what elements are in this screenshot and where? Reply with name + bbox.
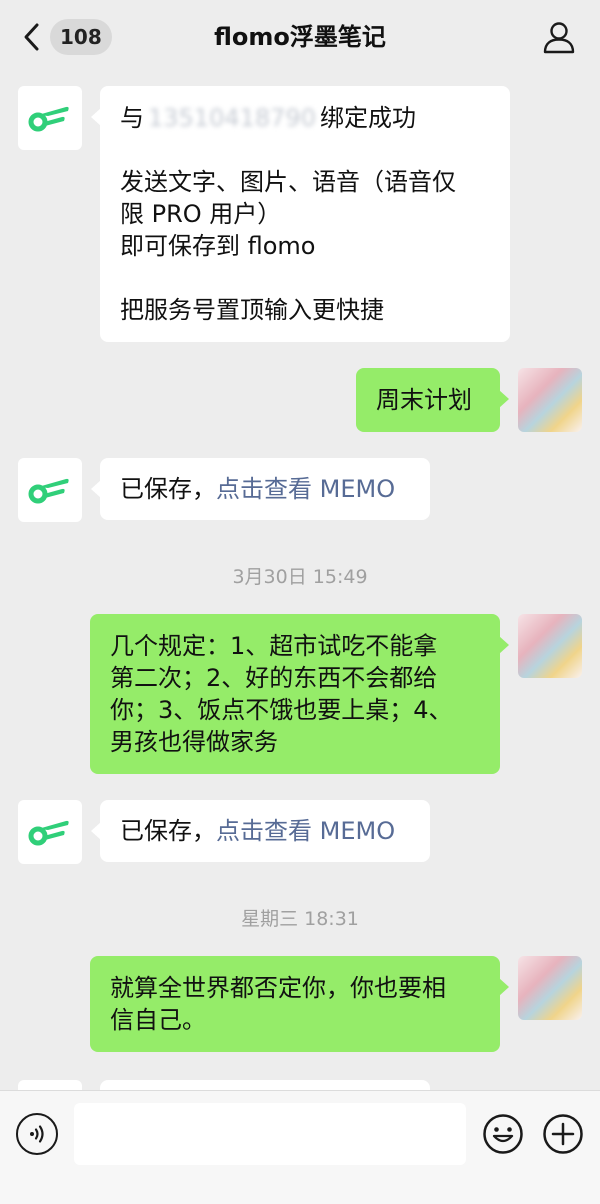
view-memo-link[interactable]: 点击查看 MEMO (216, 817, 395, 845)
more-button[interactable] (542, 1113, 584, 1155)
message-line: 把服务号置顶输入更快捷 (120, 296, 384, 324)
message-line: 你；3、饭点不饿也要上桌；4、 (110, 696, 453, 724)
flomo-logo-icon[interactable] (18, 800, 82, 864)
view-memo-link[interactable]: 点击查看 MEMO (216, 475, 395, 503)
timestamp: 3月30日 15:49 (232, 566, 368, 588)
plus-circle-icon (543, 1114, 583, 1154)
voice-icon (30, 1125, 44, 1143)
message-text: 已保存， (120, 475, 216, 503)
message-text: 已保存， (120, 817, 216, 845)
partial-avatar (18, 1080, 82, 1090)
back-button[interactable]: 108 (18, 18, 114, 56)
message-line: 发送文字、图片、语音（语音仅 (120, 168, 456, 196)
message-line: 与 13510418790 绑定成功 (120, 102, 490, 134)
emoji-icon (483, 1114, 523, 1154)
voice-button[interactable] (16, 1113, 58, 1155)
input-bar (0, 1090, 600, 1204)
message-line: 男孩也得做家务 (110, 728, 278, 756)
timestamp: 星期三 18:31 (241, 908, 359, 930)
message-bubble[interactable]: 就算全世界都否定你，你也要相 信自己。 (90, 956, 509, 1052)
blurred-phone-number: 13510418790 (148, 104, 316, 132)
message-line: 限 PRO 用户） (120, 200, 282, 228)
chevron-left-icon (18, 18, 44, 56)
profile-button[interactable] (540, 18, 578, 56)
message-line: 第二次；2、好的东西不会都给 (110, 664, 438, 692)
flomo-logo-icon[interactable] (18, 86, 82, 150)
message-text: 绑定成功 (319, 104, 416, 132)
user-avatar[interactable] (518, 956, 582, 1020)
message-line: 信自己。 (110, 1006, 206, 1034)
emoji-button[interactable] (482, 1113, 524, 1155)
message-line: 即可保存到 flomo (120, 232, 316, 260)
partial-message-bubble (100, 1080, 430, 1090)
message-line: 就算全世界都否定你，你也要相 (110, 974, 446, 1002)
chat-title: flomo浮墨笔记 (214, 23, 386, 51)
message-text: 与 (120, 104, 144, 132)
message-input[interactable] (74, 1103, 466, 1165)
user-avatar[interactable] (518, 368, 582, 432)
message-bubble[interactable]: 与 13510418790 绑定成功 发送文字、图片、语音（语音仅 限 PRO 用户… (91, 86, 510, 342)
chat-header: 108 flomo浮墨笔记 (0, 0, 600, 72)
message-bubble[interactable]: 几个规定：1、超市试吃不能拿 第二次；2、好的东西不会都给 你；3、饭点不饿也要… (90, 614, 509, 774)
person-icon (543, 22, 575, 54)
message-bubble: 已保存，点击查看 MEMO (91, 458, 430, 520)
message-bubble[interactable]: 周末计划 (356, 368, 509, 432)
unread-count-badge: 108 (50, 19, 112, 55)
message-bubble: 已保存，点击查看 MEMO (91, 800, 430, 862)
user-avatar[interactable] (518, 614, 582, 678)
flomo-logo-icon[interactable] (18, 458, 82, 522)
message-line: 几个规定：1、超市试吃不能拿 (110, 632, 438, 660)
